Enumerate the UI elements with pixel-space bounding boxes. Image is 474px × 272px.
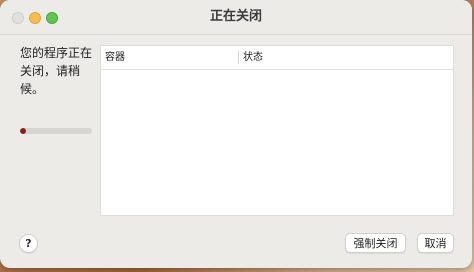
title-bar: 正在关闭 bbox=[0, 0, 472, 35]
progress-fill bbox=[20, 128, 26, 134]
cancel-button[interactable]: 取消 bbox=[417, 233, 454, 253]
column-header-container[interactable]: 容器 bbox=[105, 46, 125, 69]
window-title: 正在关闭 bbox=[209, 9, 262, 24]
container-table: 容器 状态 bbox=[100, 45, 454, 216]
table-header: 容器 状态 bbox=[101, 46, 453, 70]
shutdown-dialog: 正在关闭 您的程序正在关闭，请稍候。 容器 状态 ? 强制关闭 取消 bbox=[0, 0, 472, 268]
force-quit-button[interactable]: 强制关闭 bbox=[345, 233, 406, 253]
help-button[interactable]: ? bbox=[19, 234, 38, 253]
status-message: 您的程序正在关闭，请稍候。 bbox=[20, 46, 93, 96]
progress-bar bbox=[20, 128, 92, 134]
column-header-status[interactable]: 状态 bbox=[243, 46, 263, 69]
column-divider[interactable] bbox=[238, 51, 239, 64]
desktop-background: 正在关闭 您的程序正在关闭，请稍候。 容器 状态 ? 强制关闭 取消 bbox=[0, 0, 474, 272]
